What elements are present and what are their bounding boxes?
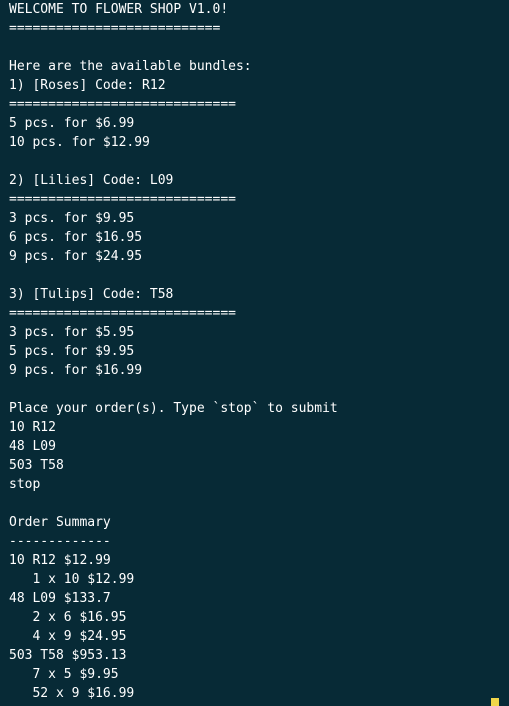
- bundle-option: 9 pcs. for $24.95: [9, 249, 143, 264]
- title-underline: ===========================: [9, 21, 221, 36]
- summary-underline: -------------: [9, 534, 111, 549]
- order-input-line: 10 R12: [9, 420, 56, 435]
- summary-line: 1 x 10 $12.99: [9, 572, 135, 587]
- bundle-heading-lilies: 2) [Lilies] Code: L09: [9, 173, 174, 188]
- bundle-heading-roses: 1) [Roses] Code: R12: [9, 78, 166, 93]
- summary-line: 2 x 6 $16.95: [9, 610, 127, 625]
- bundle-option: 3 pcs. for $9.95: [9, 211, 135, 226]
- bundles-intro: Here are the available bundles:: [9, 59, 252, 74]
- order-input-line: 503 T58: [9, 458, 64, 473]
- bundle-option: 6 pcs. for $16.95: [9, 230, 143, 245]
- bundle-underline: =============================: [9, 192, 236, 207]
- bundle-option: 5 pcs. for $6.99: [9, 116, 135, 131]
- summary-line: 7 x 5 $9.95: [9, 667, 119, 682]
- bundle-underline: =============================: [9, 306, 236, 321]
- summary-title: Order Summary: [9, 515, 111, 530]
- summary-line: 503 T58 $953.13: [9, 648, 127, 663]
- order-prompt: Place your order(s). Type `stop` to subm…: [9, 401, 338, 416]
- summary-line: 10 R12 $12.99: [9, 553, 111, 568]
- order-input-line: 48 L09: [9, 439, 56, 454]
- bundle-option: 5 pcs. for $9.95: [9, 344, 135, 359]
- bundle-option: 3 pcs. for $5.95: [9, 325, 135, 340]
- bundle-option: 9 pcs. for $16.99: [9, 363, 143, 378]
- bundle-heading-tulips: 3) [Tulips] Code: T58: [9, 287, 174, 302]
- bundle-option: 10 pcs. for $12.99: [9, 135, 150, 150]
- summary-line: 4 x 9 $24.95: [9, 629, 127, 644]
- terminal-cursor: [491, 698, 499, 706]
- terminal-window[interactable]: WELCOME TO FLOWER SHOP V1.0! ===========…: [0, 0, 509, 706]
- summary-line: 52 x 9 $16.99: [9, 686, 135, 701]
- bundle-underline: =============================: [9, 97, 236, 112]
- summary-line: 48 L09 $133.7: [9, 591, 111, 606]
- shop-title: WELCOME TO FLOWER SHOP V1.0!: [9, 2, 229, 17]
- order-input-line: stop: [9, 477, 41, 492]
